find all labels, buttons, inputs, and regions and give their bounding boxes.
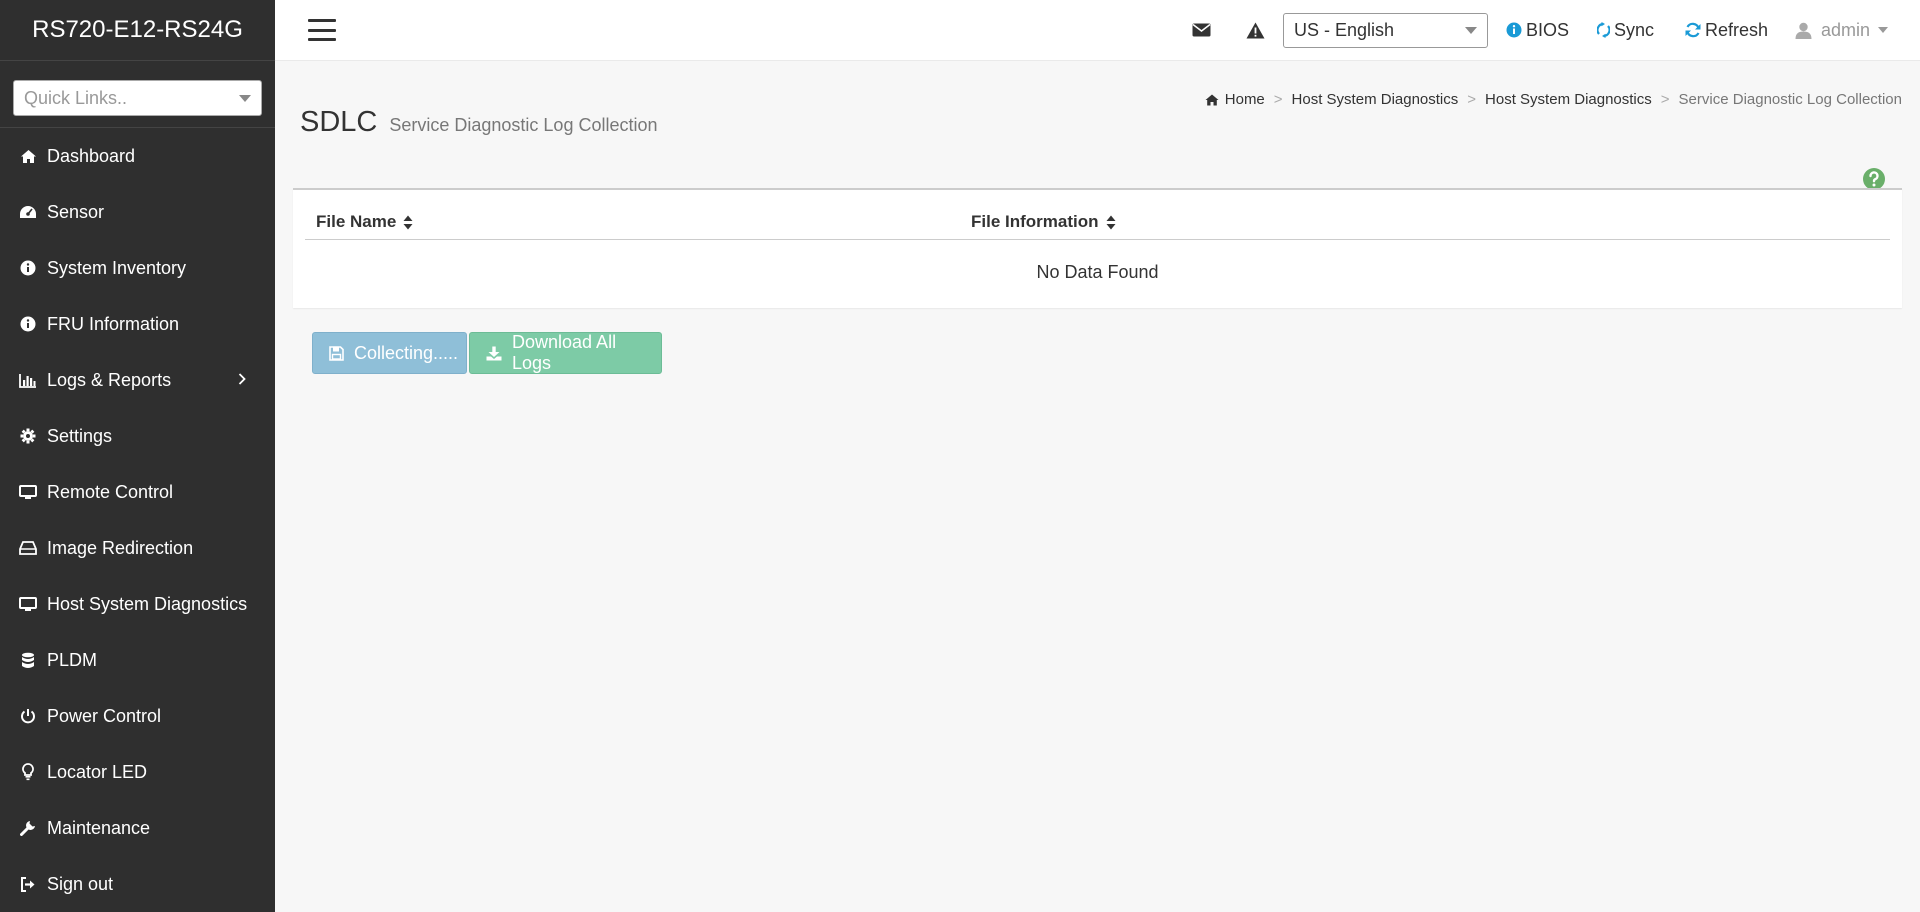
info-circle-icon bbox=[18, 314, 38, 334]
home-icon bbox=[1205, 94, 1219, 106]
log-files-panel: File Name File Information No Data Found bbox=[293, 188, 1902, 308]
sidebar-item-maintenance[interactable]: Maintenance bbox=[0, 800, 275, 856]
sidebar-item-label: Logs & Reports bbox=[47, 369, 172, 390]
user-menu[interactable]: admin bbox=[1795, 18, 1889, 42]
column-header-label: File Name bbox=[316, 212, 397, 231]
main-content: SDLC Service Diagnostic Log Collection H… bbox=[275, 61, 1920, 912]
wrench-icon bbox=[18, 818, 38, 838]
bios-label: BIOS bbox=[1526, 19, 1570, 40]
breadcrumb-separator: > bbox=[1273, 91, 1283, 108]
page-title: SDLC Service Diagnostic Log Collection bbox=[300, 106, 658, 139]
monitor-icon bbox=[18, 482, 38, 502]
database-icon bbox=[18, 650, 38, 670]
column-header-file-name[interactable]: File Name bbox=[316, 212, 413, 232]
sidebar-item-locator-led[interactable]: Locator LED bbox=[0, 744, 275, 800]
table-header: File Name File Information bbox=[305, 204, 1890, 240]
sync-icon bbox=[1597, 22, 1610, 38]
sidebar-item-power-control[interactable]: Power Control bbox=[0, 688, 275, 744]
user-label: admin bbox=[1821, 19, 1871, 40]
empty-table-message: No Data Found bbox=[1036, 262, 1159, 282]
sidebar-item-label: Remote Control bbox=[47, 481, 174, 502]
sync-label: Sync bbox=[1614, 19, 1655, 40]
bar-chart-icon bbox=[18, 370, 38, 390]
monitor-icon bbox=[18, 594, 38, 614]
sidebar-item-dashboard[interactable]: Dashboard bbox=[0, 128, 275, 184]
chevron-right-icon bbox=[234, 371, 250, 387]
download-all-logs-label: Download All Logs bbox=[512, 332, 617, 373]
sign-out-icon bbox=[18, 874, 38, 894]
sidebar-item-image-redirection[interactable]: Image Redirection bbox=[0, 520, 275, 576]
sort-icon bbox=[1106, 215, 1116, 230]
chevron-down-icon bbox=[239, 94, 251, 102]
breadcrumb-host-diagnostics[interactable]: Host System Diagnostics bbox=[1292, 91, 1459, 108]
hamburger-menu-icon[interactable] bbox=[308, 19, 336, 41]
bios-link[interactable]: BIOS bbox=[1506, 18, 1569, 42]
sidebar-item-fru-information[interactable]: FRU Information bbox=[0, 296, 275, 352]
column-header-label: File Information bbox=[971, 212, 1099, 231]
breadcrumb-separator: > bbox=[1467, 91, 1477, 108]
download-all-logs-button[interactable]: Download All Logs bbox=[469, 332, 662, 374]
sidebar-menu: Dashboard Sensor System Inventory FRU In… bbox=[0, 128, 275, 912]
download-icon bbox=[486, 346, 502, 361]
sidebar-item-label: Host System Diagnostics bbox=[47, 593, 248, 614]
quicklinks-container: Quick Links.. bbox=[0, 61, 275, 128]
sidebar-item-label: Power Control bbox=[47, 705, 162, 726]
chevron-down-icon bbox=[1878, 27, 1889, 33]
top-header: US - English BIOS Sync Refresh admin bbox=[275, 0, 1920, 61]
breadcrumb-home[interactable]: Home bbox=[1225, 91, 1265, 108]
sidebar-item-system-inventory[interactable]: System Inventory bbox=[0, 240, 275, 296]
breadcrumb-host-diagnostics-sub[interactable]: Host System Diagnostics bbox=[1485, 91, 1652, 108]
sidebar-item-label: Sensor bbox=[47, 201, 105, 222]
gear-icon bbox=[18, 426, 38, 446]
breadcrumb: Home > Host System Diagnostics > Host Sy… bbox=[1205, 91, 1902, 108]
user-icon bbox=[1795, 22, 1812, 39]
sidebar-item-logs-reports[interactable]: Logs & Reports bbox=[0, 352, 275, 408]
save-icon bbox=[329, 345, 344, 361]
collect-logs-label: Collecting..... bbox=[354, 342, 459, 363]
sort-icon bbox=[403, 215, 413, 230]
sidebar-item-settings[interactable]: Settings bbox=[0, 408, 275, 464]
chevron-down-icon bbox=[1465, 27, 1477, 34]
brand-title: RS720-E12-RS24G bbox=[0, 0, 275, 61]
sidebar-item-pldm[interactable]: PLDM bbox=[0, 632, 275, 688]
envelope-icon[interactable] bbox=[1190, 19, 1212, 41]
info-circle-icon bbox=[1506, 22, 1522, 38]
info-circle-icon bbox=[18, 258, 38, 278]
refresh-icon bbox=[1685, 22, 1701, 38]
warning-triangle-icon[interactable] bbox=[1244, 19, 1266, 41]
sidebar-item-label: FRU Information bbox=[47, 313, 180, 334]
power-icon bbox=[18, 706, 38, 726]
breadcrumb-current: Service Diagnostic Log Collection bbox=[1678, 91, 1902, 108]
hard-drive-icon bbox=[18, 538, 38, 558]
collect-logs-button[interactable]: Collecting..... bbox=[312, 332, 467, 374]
dashboard-gauge-icon bbox=[18, 202, 38, 222]
page-title-text: SDLC bbox=[300, 106, 378, 138]
sidebar-item-label: Locator LED bbox=[47, 761, 148, 782]
home-icon bbox=[18, 146, 38, 166]
sidebar-item-label: Settings bbox=[47, 425, 113, 446]
quicklinks-placeholder: Quick Links.. bbox=[24, 87, 128, 108]
sidebar-item-label: PLDM bbox=[47, 649, 98, 670]
sidebar-item-label: Image Redirection bbox=[47, 537, 194, 558]
column-header-file-information[interactable]: File Information bbox=[971, 212, 1116, 232]
language-select[interactable]: US - English bbox=[1283, 13, 1488, 48]
sidebar-item-label: Dashboard bbox=[47, 145, 136, 166]
sidebar-item-label: System Inventory bbox=[47, 257, 187, 278]
sidebar-item-label: Sign out bbox=[47, 873, 114, 894]
language-value: US - English bbox=[1294, 20, 1395, 40]
refresh-link[interactable]: Refresh bbox=[1685, 18, 1768, 42]
quicklinks-select[interactable]: Quick Links.. bbox=[13, 80, 262, 116]
breadcrumb-separator: > bbox=[1660, 91, 1670, 108]
sidebar-item-sensor[interactable]: Sensor bbox=[0, 184, 275, 240]
page-subtitle: Service Diagnostic Log Collection bbox=[389, 115, 658, 135]
sidebar: RS720-E12-RS24G Quick Links.. Dashboard … bbox=[0, 0, 275, 912]
sync-link[interactable]: Sync bbox=[1597, 18, 1654, 42]
sidebar-item-label: Maintenance bbox=[47, 817, 151, 838]
lightbulb-icon bbox=[18, 762, 38, 782]
refresh-label: Refresh bbox=[1705, 19, 1769, 40]
sidebar-item-host-system-diagnostics[interactable]: Host System Diagnostics bbox=[0, 576, 275, 632]
sidebar-item-sign-out[interactable]: Sign out bbox=[0, 856, 275, 912]
sidebar-item-remote-control[interactable]: Remote Control bbox=[0, 464, 275, 520]
